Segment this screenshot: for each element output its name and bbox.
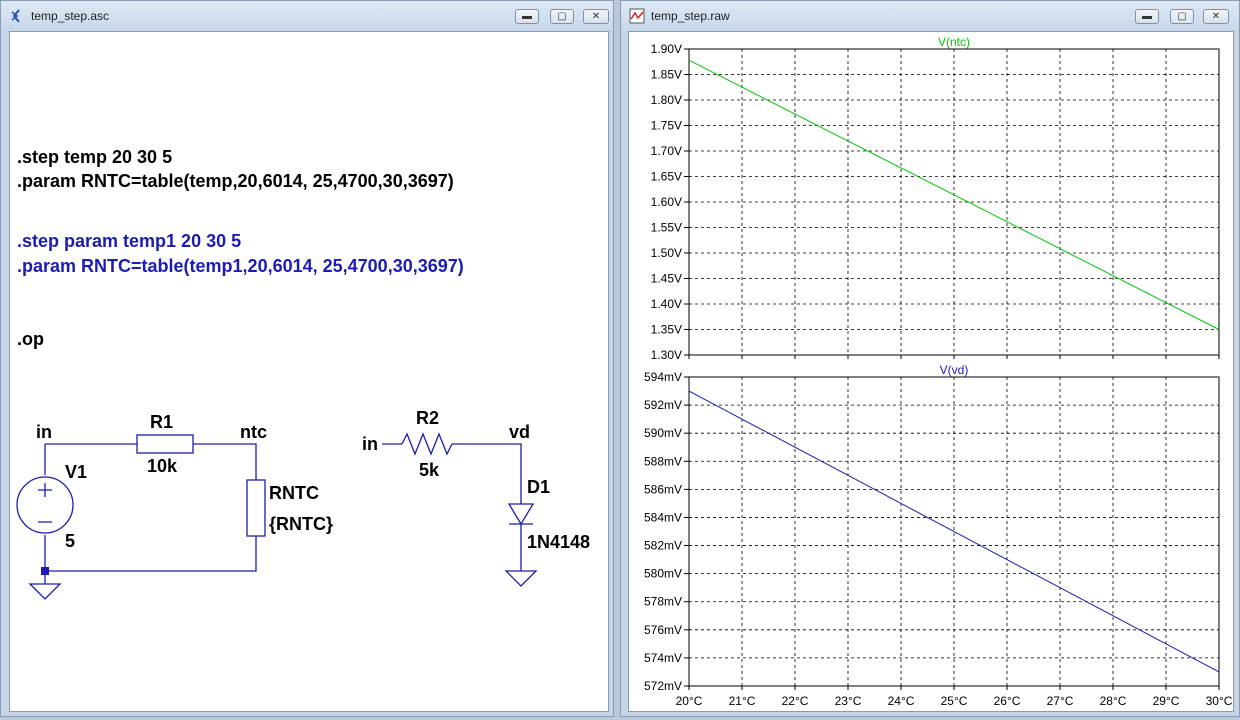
waveform-window-title: temp_step.raw — [651, 9, 730, 23]
close-icon: ✕ — [1211, 11, 1221, 22]
d1-value-label: 1N4148 — [527, 532, 590, 552]
x-tick-label: 21°C — [729, 694, 756, 708]
net-label-in: in — [36, 422, 52, 442]
schematic-titlebar[interactable]: temp_step.asc ▬ ▢ ✕ — [1, 1, 613, 31]
v1-value-label: 5 — [65, 531, 75, 551]
rntc-name-label: RNTC — [269, 483, 319, 503]
plus-minus-icon — [38, 483, 52, 523]
schematic-drawing[interactable]: .step temp 20 30 5 .param RNTC=table(tem… — [10, 32, 612, 715]
waveform-plots[interactable]: 1.90V 1.85V 1.80V 1.75V 1.70V 1.65V 1.60V 1.55V… — [629, 32, 1237, 715]
y-tick-label: 1.75V — [651, 119, 682, 133]
trace-title-vntc[interactable]: V(ntc) — [938, 35, 970, 49]
y-tick-label: 578mV — [644, 595, 682, 609]
maximize-icon: ▢ — [557, 11, 567, 22]
y-tick-label: 594mV — [644, 370, 682, 384]
resistor-r2-symbol — [401, 432, 453, 456]
r1-value-label: 10k — [147, 456, 178, 476]
y-tick-label: 588mV — [644, 454, 682, 468]
rntc-value-label: {RNTC} — [269, 514, 333, 534]
y-tick-label: 582mV — [644, 539, 682, 553]
net-label-vd: vd — [509, 422, 530, 442]
net-label-in-right: in — [362, 434, 378, 454]
v1-name-label: V1 — [65, 462, 87, 482]
y-tick-label: 584mV — [644, 510, 682, 524]
minimize-button[interactable]: ▬ — [1135, 9, 1159, 24]
spice-directive-step-temp1[interactable]: .step param temp1 20 30 5 — [17, 231, 241, 251]
wires-right-circuit[interactable] — [382, 432, 522, 571]
spice-directive-param-temp1[interactable]: .param RNTC=table(temp1,20,6014, 25,4700… — [17, 256, 464, 276]
x-tick-label: 27°C — [1047, 694, 1074, 708]
y-tick-label: 580mV — [644, 567, 682, 581]
y-tick-label: 1.60V — [651, 195, 682, 209]
maximize-button[interactable]: ▢ — [550, 9, 574, 24]
minimize-icon: ▬ — [522, 11, 532, 22]
waveform-app-icon — [629, 8, 645, 24]
spice-directive-step-temp[interactable]: .step temp 20 30 5 — [17, 147, 172, 167]
y-tick-label: 1.85V — [651, 68, 682, 82]
x-tick-label: 24°C — [888, 694, 915, 708]
y-tick-label: 1.30V — [651, 348, 682, 362]
x-tick-label: 28°C — [1100, 694, 1127, 708]
y-tick-label: 592mV — [644, 398, 682, 412]
x-tick-label: 25°C — [941, 694, 968, 708]
y-tick-label: 590mV — [644, 426, 682, 440]
x-tick-label: 29°C — [1153, 694, 1180, 708]
y-tick-label: 1.50V — [651, 246, 682, 260]
x-tick-label: 22°C — [782, 694, 809, 708]
ground-icon — [504, 570, 538, 587]
y-tick-label: 1.70V — [651, 144, 682, 158]
y-tick-label: 1.35V — [651, 323, 682, 337]
ground-icon — [28, 571, 62, 600]
y-tick-label: 572mV — [644, 679, 682, 693]
maximize-icon: ▢ — [1177, 11, 1187, 22]
y-tick-label: 1.45V — [651, 272, 682, 286]
x-tick-label: 20°C — [676, 694, 703, 708]
r2-value-label: 5k — [419, 460, 440, 480]
schematic-window[interactable]: temp_step.asc ▬ ▢ ✕ .step temp 20 30 5 .… — [0, 0, 614, 717]
r2-name-label: R2 — [416, 408, 439, 428]
y-tick-label: 586mV — [644, 482, 682, 496]
r1-name-label: R1 — [150, 412, 173, 432]
waveform-plot-area[interactable]: 1.90V 1.85V 1.80V 1.75V 1.70V 1.65V 1.60V 1.55V… — [628, 31, 1234, 712]
waveform-window[interactable]: temp_step.raw ▬ ▢ ✕ 1.90V 1.85V 1.80V 1.75V… — [620, 0, 1240, 717]
y-tick-label: 1.80V — [651, 93, 682, 107]
trace-title-vvd[interactable]: V(vd) — [940, 363, 969, 377]
spice-directive-param-temp[interactable]: .param RNTC=table(temp,20,6014, 25,4700,… — [17, 171, 454, 191]
close-icon: ✕ — [591, 11, 601, 22]
minimize-icon: ▬ — [1142, 11, 1152, 22]
x-tick-label: 30°C — [1206, 694, 1233, 708]
d1-name-label: D1 — [527, 477, 550, 497]
y-tick-label: 1.40V — [651, 297, 682, 311]
close-button[interactable]: ✕ — [583, 9, 609, 24]
y-tick-label: 576mV — [644, 623, 682, 637]
close-button[interactable]: ✕ — [1203, 9, 1229, 24]
maximize-button[interactable]: ▢ — [1170, 9, 1194, 24]
spice-directive-op[interactable]: .op — [17, 329, 44, 349]
resistor-r1-symbol[interactable] — [136, 434, 194, 454]
schematic-window-title: temp_step.asc — [31, 9, 110, 23]
schematic-app-icon — [11, 9, 20, 23]
x-tick-label: 23°C — [835, 694, 862, 708]
schematic-canvas[interactable]: .step temp 20 30 5 .param RNTC=table(tem… — [9, 31, 609, 712]
y-tick-label: 574mV — [644, 651, 682, 665]
x-tick-label: 26°C — [994, 694, 1021, 708]
y-tick-label: 1.65V — [651, 170, 682, 184]
diode-d1-symbol[interactable] — [507, 503, 535, 526]
minimize-button[interactable]: ▬ — [515, 9, 539, 24]
y-tick-label: 1.90V — [651, 42, 682, 56]
waveform-titlebar[interactable]: temp_step.raw ▬ ▢ ✕ — [621, 1, 1239, 31]
net-label-ntc: ntc — [240, 422, 267, 442]
resistor-rntc-symbol[interactable] — [246, 479, 266, 537]
y-tick-label: 1.55V — [651, 221, 682, 235]
